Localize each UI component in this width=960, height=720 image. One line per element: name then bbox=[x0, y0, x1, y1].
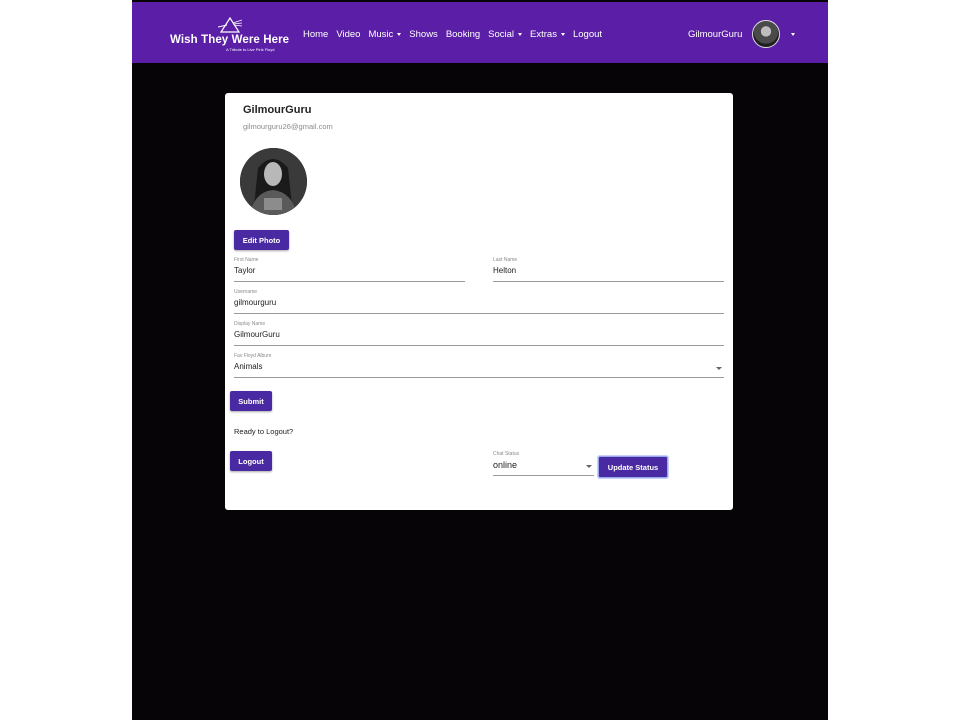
fav-album-select[interactable]: Fav Floyd Album Animals bbox=[234, 350, 724, 378]
nav-logout[interactable]: Logout bbox=[573, 29, 602, 40]
fav-album-label: Fav Floyd Album bbox=[234, 353, 272, 359]
user-name: GilmourGuru bbox=[688, 28, 743, 40]
nav-social[interactable]: Social bbox=[488, 28, 523, 40]
profile-photo bbox=[240, 148, 307, 215]
brand-subtitle: A Tribute to Live Pink Floyd bbox=[226, 47, 275, 52]
profile-card: GilmourGuru gilmourguru26@gmail.com Edit… bbox=[225, 93, 733, 510]
nav-logout-label: Logout bbox=[572, 28, 603, 40]
display-name-value: GilmourGuru bbox=[234, 330, 280, 339]
first-name-field[interactable]: First Name Taylor bbox=[234, 254, 465, 282]
edit-photo-button[interactable]: Edit Photo bbox=[234, 230, 289, 250]
avatar[interactable] bbox=[752, 20, 781, 48]
brand-logo[interactable]: Wish They Were Here A Tribute to Live Pi… bbox=[170, 16, 290, 52]
display-name-field[interactable]: Display Name GilmourGuru bbox=[234, 318, 724, 346]
nav-home-label: Home bbox=[303, 28, 329, 40]
chevron-down-icon bbox=[586, 465, 592, 468]
chevron-down-icon bbox=[560, 32, 565, 36]
page-viewport: Wish They Were Here A Tribute to Live Pi… bbox=[132, 0, 828, 720]
brand-title: Wish They Were Here bbox=[170, 34, 290, 46]
nav-extras-label: Extras bbox=[530, 28, 557, 40]
nav-video[interactable]: Video bbox=[336, 29, 360, 40]
chat-status-label: Chat Status bbox=[493, 451, 520, 457]
chat-status-select[interactable]: Chat Status online bbox=[493, 448, 594, 476]
nav-shows[interactable]: Shows bbox=[409, 29, 438, 40]
nav-links: Home Video Music Shows Booking Social Ex… bbox=[303, 26, 610, 42]
nav-video-label: Video bbox=[336, 28, 361, 40]
profile-photo-image bbox=[240, 148, 307, 215]
profile-email: gilmourguru26@gmail.com bbox=[243, 122, 333, 131]
last-name-label: Last Name bbox=[493, 257, 518, 263]
nav-extras[interactable]: Extras bbox=[530, 29, 565, 40]
username-label: Username bbox=[234, 289, 258, 295]
navbar: Wish They Were Here A Tribute to Live Pi… bbox=[132, 2, 828, 63]
fav-album-value: Animals bbox=[234, 362, 263, 371]
logout-button[interactable]: Logout bbox=[230, 451, 272, 471]
chevron-down-icon bbox=[716, 367, 722, 370]
update-status-button[interactable]: Update Status bbox=[598, 456, 668, 478]
logout-prompt: Ready to Logout? bbox=[234, 427, 294, 436]
nav-shows-label: Shows bbox=[409, 28, 438, 40]
nav-music[interactable]: Music bbox=[368, 28, 402, 40]
nav-booking-label: Booking bbox=[445, 28, 481, 40]
first-name-label: First Name bbox=[234, 257, 259, 263]
nav-home[interactable]: Home bbox=[303, 29, 328, 40]
nav-music-label: Music bbox=[368, 28, 394, 40]
submit-button[interactable]: Submit bbox=[230, 391, 272, 411]
chevron-down-icon bbox=[518, 32, 523, 36]
first-name-value: Taylor bbox=[234, 266, 256, 275]
nav-social-label: Social bbox=[488, 28, 515, 40]
display-name-label: Display Name bbox=[234, 321, 266, 327]
user-menu[interactable]: GilmourGuru bbox=[688, 19, 796, 49]
last-name-value: Helton bbox=[493, 266, 517, 275]
chevron-down-icon bbox=[397, 32, 402, 36]
nav-booking[interactable]: Booking bbox=[446, 29, 480, 40]
username-field[interactable]: Username gilmourguru bbox=[234, 286, 724, 314]
profile-display-name: GilmourGuru bbox=[243, 104, 312, 116]
prism-logo-icon bbox=[218, 16, 242, 33]
chevron-down-icon[interactable] bbox=[791, 32, 796, 36]
last-name-field[interactable]: Last Name Helton bbox=[493, 254, 724, 282]
username-value: gilmourguru bbox=[234, 298, 277, 307]
chat-status-value: online bbox=[493, 460, 518, 470]
